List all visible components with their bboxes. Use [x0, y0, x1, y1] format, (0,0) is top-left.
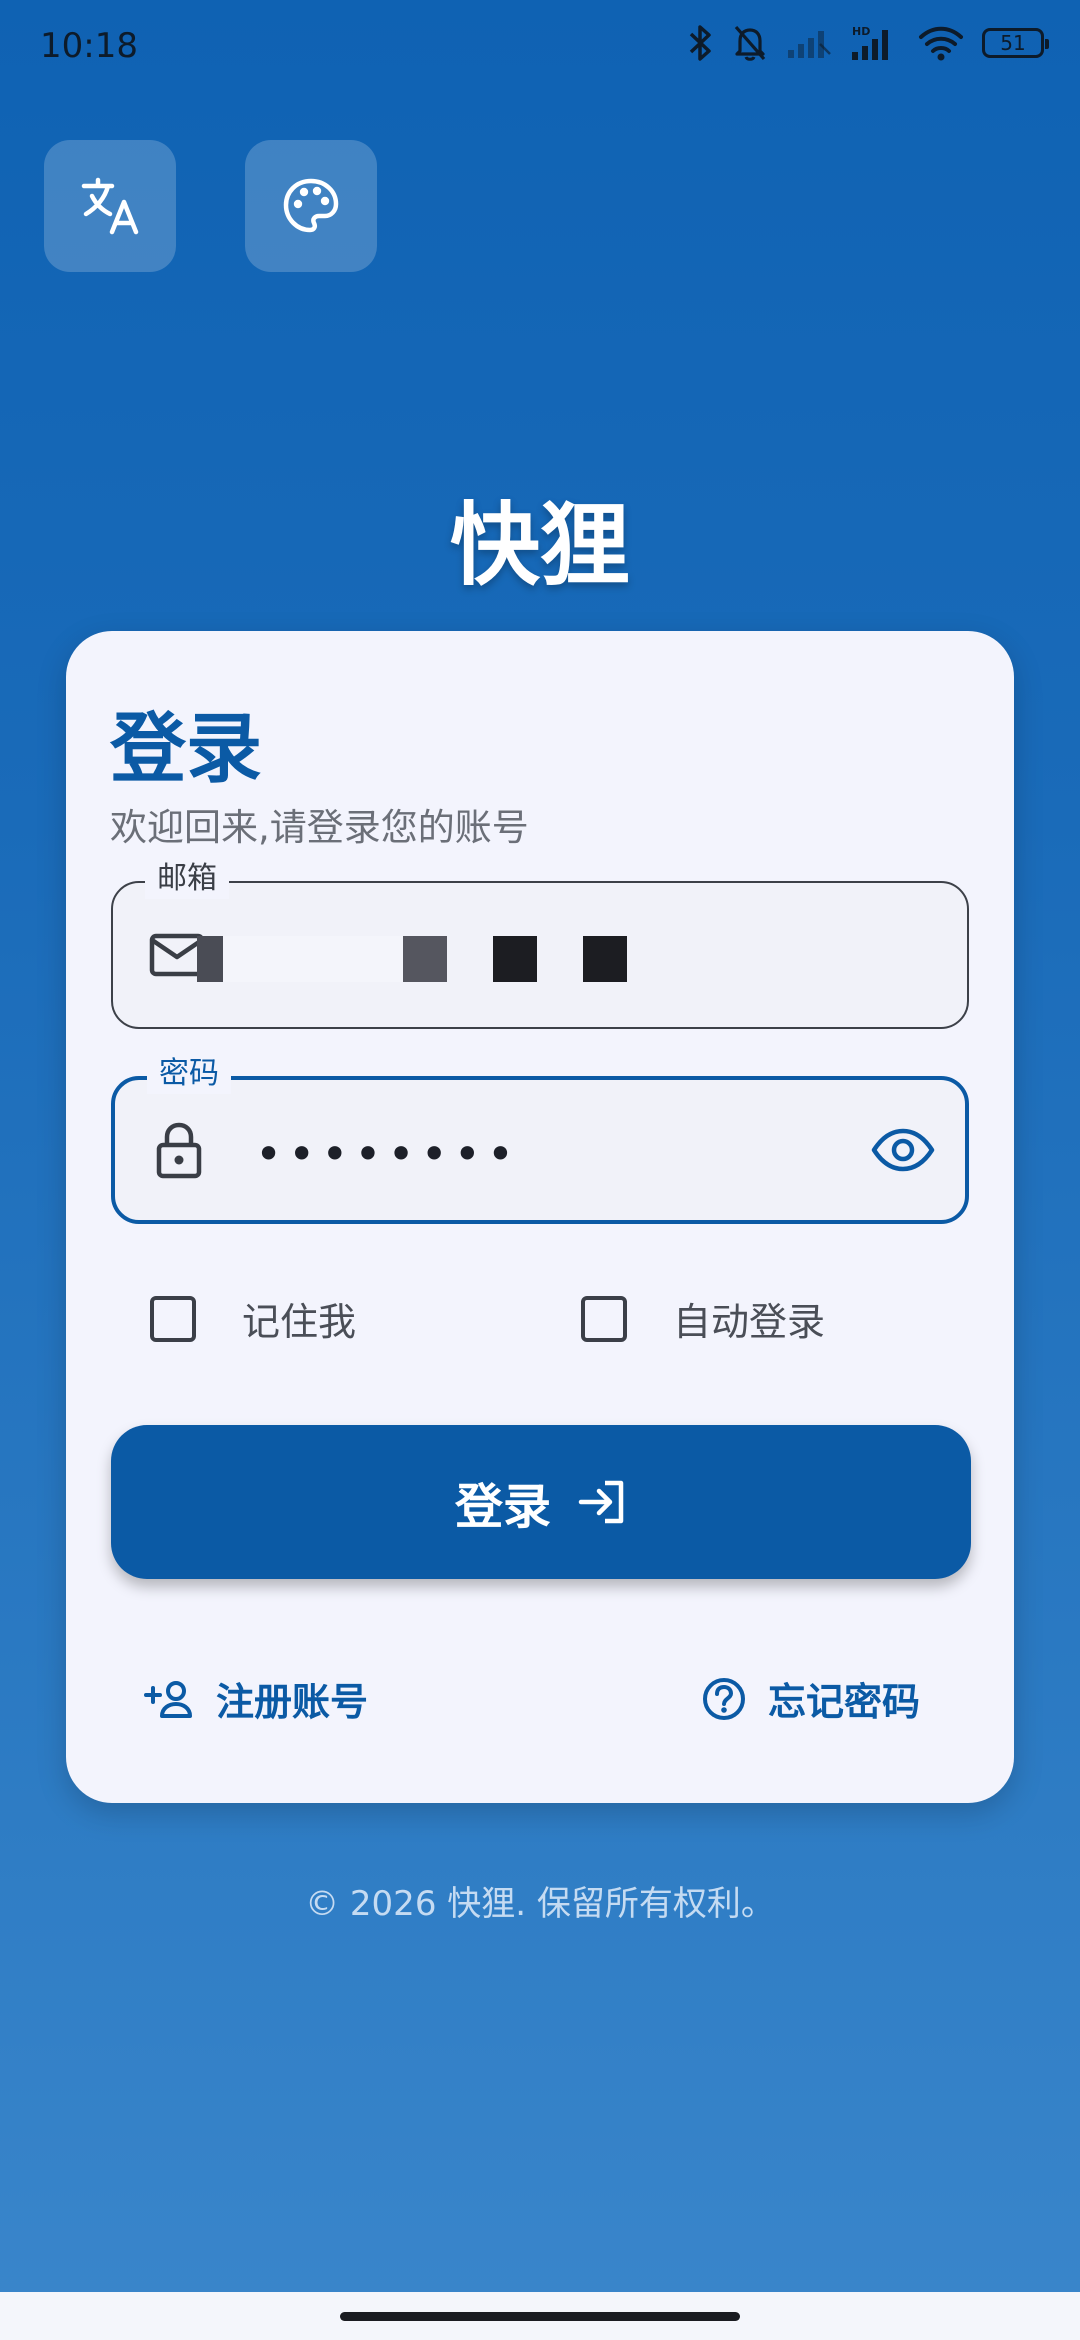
- bell-muted-icon: [734, 25, 766, 61]
- forgot-password-link-label: 忘记密码: [768, 1680, 921, 1724]
- login-arrow-icon: [577, 1479, 627, 1525]
- login-button-label: 登录: [454, 1479, 551, 1535]
- email-field-label: 邮箱: [145, 859, 229, 899]
- redaction-block: [403, 936, 447, 982]
- login-button[interactable]: 登录: [111, 1425, 971, 1579]
- battery-icon: 51: [982, 28, 1049, 58]
- translate-icon: [81, 177, 139, 235]
- remember-me-checkbox[interactable]: [150, 1295, 196, 1342]
- status-bar: 10:18 HD 51: [0, 0, 1080, 96]
- redaction-block: [493, 936, 537, 982]
- password-value: ••••••••: [255, 1127, 521, 1181]
- theme-button[interactable]: [245, 140, 377, 272]
- auto-login-checkbox[interactable]: [581, 1295, 627, 1342]
- login-heading: 登录: [110, 704, 262, 793]
- signal-hd-icon: HD: [852, 25, 888, 60]
- signal-weak-icon: [788, 31, 831, 58]
- status-time: 10:18: [40, 26, 138, 66]
- auto-login-label: 自动登录: [673, 1300, 826, 1344]
- language-button[interactable]: [44, 140, 176, 272]
- svg-text:HD: HD: [852, 25, 870, 38]
- copyright-text: © 2026 快狸. 保留所有权利。: [305, 1884, 775, 1924]
- remember-me-label: 记住我: [242, 1300, 357, 1344]
- navigation-bar: [0, 2292, 1080, 2340]
- login-subtitle: 欢迎回来,请登录您的账号: [110, 806, 529, 849]
- remember-me-option[interactable]: 记住我: [150, 1291, 356, 1346]
- wifi-icon: [919, 26, 963, 61]
- home-indicator[interactable]: [340, 2312, 740, 2321]
- email-value-redacted: [197, 935, 627, 983]
- register-link[interactable]: 注册账号: [144, 1671, 368, 1726]
- status-icons: HD 51: [688, 24, 1049, 62]
- battery-level: 51: [1000, 31, 1026, 55]
- palette-icon: [283, 178, 339, 233]
- password-visibility-toggle[interactable]: [871, 1128, 935, 1172]
- person-add-icon: [144, 1679, 194, 1719]
- login-card: 登录 欢迎回来,请登录您的账号 邮箱 密码 •••••••• 记住我 自动登录 …: [66, 631, 1014, 1803]
- auto-login-option[interactable]: 自动登录: [581, 1291, 825, 1346]
- help-circle-icon: [702, 1677, 746, 1721]
- app-title: 快狸: [450, 493, 630, 598]
- lock-icon: [155, 1121, 203, 1179]
- eye-icon: [871, 1128, 935, 1172]
- redaction-block: [583, 936, 627, 982]
- password-field-label: 密码: [147, 1054, 231, 1094]
- email-field[interactable]: 邮箱: [111, 859, 969, 1029]
- forgot-password-link[interactable]: 忘记密码: [702, 1671, 920, 1726]
- register-link-label: 注册账号: [216, 1680, 369, 1724]
- redaction-block: [197, 936, 223, 982]
- bluetooth-icon: [689, 25, 711, 61]
- password-field[interactable]: 密码 ••••••••: [111, 1054, 969, 1224]
